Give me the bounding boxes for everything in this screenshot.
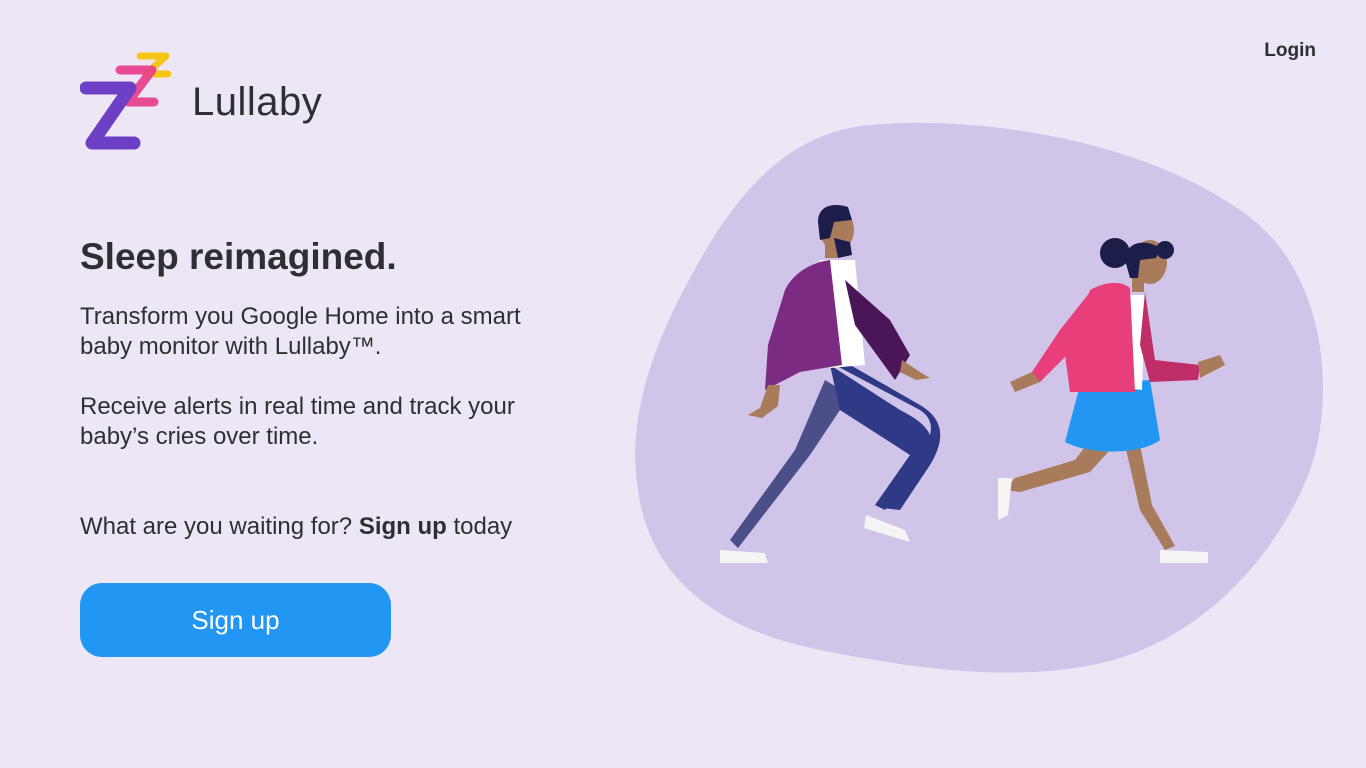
hero-paragraph-2: Receive alerts in real time and track yo… xyxy=(80,393,515,450)
two-people-running-illustration xyxy=(635,122,1323,673)
landing-page: Login Lullaby Sleep reimagined. Transfor… xyxy=(0,0,1366,768)
brand: Lullaby xyxy=(80,48,322,152)
cta-line: What are you waiting for? Sign up today xyxy=(80,512,512,542)
brand-name: Lullaby xyxy=(192,79,323,124)
signup-button[interactable]: Sign up xyxy=(80,583,391,657)
blob-shape xyxy=(635,122,1323,673)
cta-bold-signup: Sign up xyxy=(358,513,447,540)
hero-paragraph-1: Transform you Google Home into a smart b… xyxy=(80,303,521,360)
zzz-logo-icon xyxy=(80,52,172,150)
hero-headline: Sleep reimagined. xyxy=(80,236,397,277)
cta-prefix: What are you waiting for? xyxy=(80,513,359,540)
cta-suffix: today xyxy=(446,513,513,540)
login-link[interactable]: Login xyxy=(1264,40,1316,62)
